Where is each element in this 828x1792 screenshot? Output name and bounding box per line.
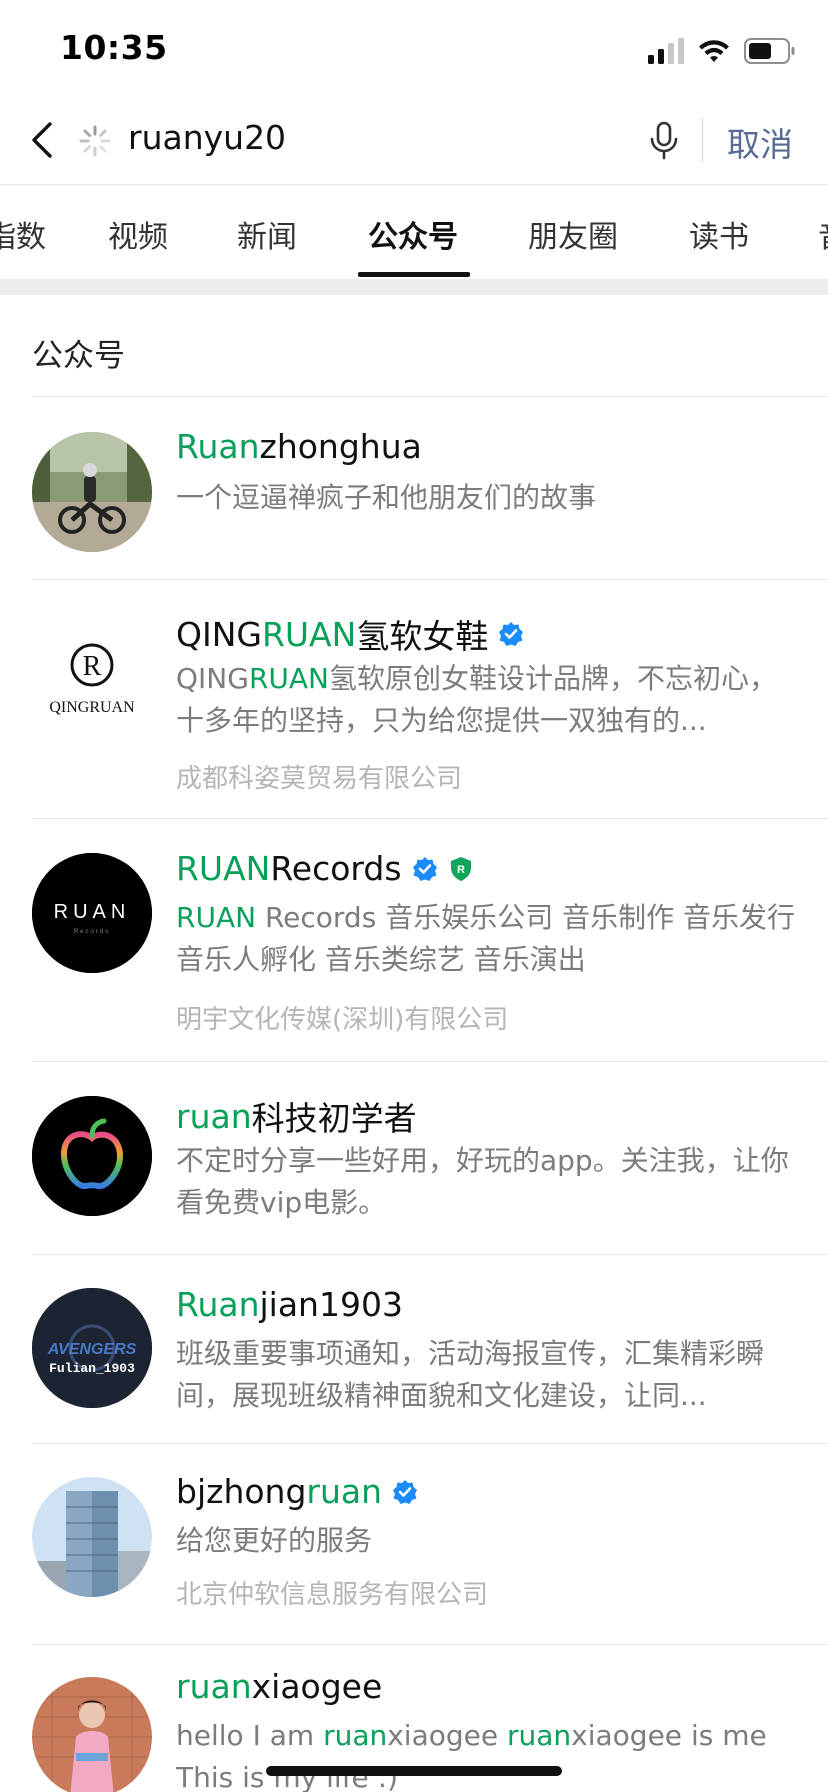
brand-shield-icon: R	[450, 856, 471, 881]
result-title: ruan 科技初学者	[176, 1096, 417, 1139]
result-description: 不定时分享一些好用，好玩的app。关注我，让你看免费vip电影。	[176, 1144, 789, 1219]
result-description: RUAN Records 音乐娱乐公司 音乐制作 音乐发行 音乐人孵化 音乐类综…	[176, 901, 795, 976]
result-description: QINGRUAN氢软原创女鞋设计品牌，不忘初心，十多年的坚持，只为给您提供一双独…	[176, 662, 778, 737]
status-time: 10:35	[60, 28, 168, 67]
category-tabs: 指数 视频 新闻 公众号 朋友圈 读书 音	[0, 186, 828, 278]
microphone-icon[interactable]	[648, 120, 680, 162]
apple-logo-icon	[32, 1096, 152, 1216]
result-title: QING RUAN 氢软女鞋	[176, 610, 524, 658]
result-item[interactable]: AVENGERS Fulian_1903 Ruan jian1903 班级重要事项…	[0, 1255, 828, 1443]
avengers-logo-icon: AVENGERS Fulian_1903	[32, 1288, 152, 1408]
svg-text:AVENGERS: AVENGERS	[47, 1341, 137, 1358]
avatar: AVENGERS Fulian_1903	[32, 1288, 152, 1408]
wifi-icon	[699, 40, 729, 62]
status-icons	[648, 34, 796, 68]
avatar	[32, 1096, 152, 1216]
result-organization: 北京仲软信息服务有限公司	[176, 1580, 489, 1610]
loading-spinner-icon	[79, 125, 111, 157]
avatar	[32, 1677, 152, 1792]
header-separator	[702, 118, 703, 162]
result-organization: 明宇文化传媒(深圳)有限公司	[176, 1005, 509, 1035]
tab-index[interactable]: 指数	[0, 212, 46, 256]
result-title: ruan xiaogee	[176, 1667, 383, 1706]
result-title: bjzhong ruan	[176, 1472, 418, 1511]
active-tab-indicator	[358, 272, 470, 277]
svg-text:R: R	[83, 651, 102, 682]
battery-icon	[744, 38, 795, 64]
svg-text:R: R	[457, 864, 465, 876]
avatar	[32, 432, 152, 552]
svg-text:QINGRUAN: QINGRUAN	[49, 699, 135, 716]
cellular-signal-icon	[648, 38, 684, 64]
section-gap	[0, 279, 828, 295]
home-indicator[interactable]	[266, 1766, 562, 1776]
qingruan-logo-icon: R QINGRUAN	[49, 643, 135, 716]
section-title: 公众号	[32, 338, 125, 374]
avatar: R QINGRUAN	[32, 617, 152, 737]
result-description: 给您更好的服务	[176, 1524, 373, 1557]
avatar: RUAN Records	[32, 853, 152, 973]
header-divider	[0, 184, 828, 185]
verified-badge-icon	[412, 856, 437, 881]
building-photo-icon	[32, 1477, 152, 1597]
result-title: RUAN Records R	[176, 849, 474, 888]
ruan-records-logo-icon: RUAN Records	[32, 853, 152, 973]
result-description: 一个逗逼禅疯子和他朋友们的故事	[176, 481, 597, 514]
result-item[interactable]: R QINGRUAN QING RUAN 氢软女鞋 QINGRUAN氢软原创女鞋设计…	[0, 580, 828, 818]
back-arrow-icon[interactable]	[28, 120, 58, 160]
result-item[interactable]: ruan 科技初学者 不定时分享一些好用，好玩的app。关注我，让你看免费vip电…	[0, 1062, 828, 1254]
verified-badge-icon	[393, 1479, 418, 1504]
tab-books[interactable]: 读书	[689, 212, 749, 256]
person-photo-icon	[32, 1677, 152, 1792]
result-title: Ruan jian1903	[176, 1285, 403, 1324]
avatar	[32, 1477, 152, 1597]
svg-text:Records: Records	[74, 929, 110, 935]
result-organization: 成都科姿莫贸易有限公司	[176, 764, 463, 794]
svg-text:RUAN: RUAN	[54, 901, 131, 923]
tab-music[interactable]: 音	[818, 212, 828, 256]
tab-moments[interactable]: 朋友圈	[528, 212, 618, 256]
result-item[interactable]: bjzhong ruan 给您更好的服务 北京仲软信息服务有限公司	[0, 1444, 828, 1644]
search-input[interactable]: ruanyu20	[128, 118, 286, 157]
verified-badge-icon	[499, 622, 524, 646]
tab-video[interactable]: 视频	[108, 212, 168, 256]
result-description: 班级重要事项通知，活动海报宣传，汇集精彩瞬间，展现班级精神面貌和文化建设，让同.…	[176, 1337, 765, 1412]
tab-official-accounts[interactable]: 公众号	[368, 212, 458, 256]
result-title: Ruan zhonghua	[176, 427, 422, 466]
result-item[interactable]: RUAN Records RUAN Records R RUAN Records…	[0, 819, 828, 1061]
svg-text:Fulian_1903: Fulian_1903	[49, 1361, 135, 1376]
motorcycle-photo-icon	[32, 432, 152, 552]
cancel-button[interactable]: 取消	[727, 118, 793, 166]
result-item[interactable]: Ruan zhonghua 一个逗逼禅疯子和他朋友们的故事	[0, 397, 828, 579]
tab-news[interactable]: 新闻	[237, 212, 297, 256]
result-description: hello I am ruanxiaogee ruanxiaogee is me…	[176, 1719, 767, 1792]
